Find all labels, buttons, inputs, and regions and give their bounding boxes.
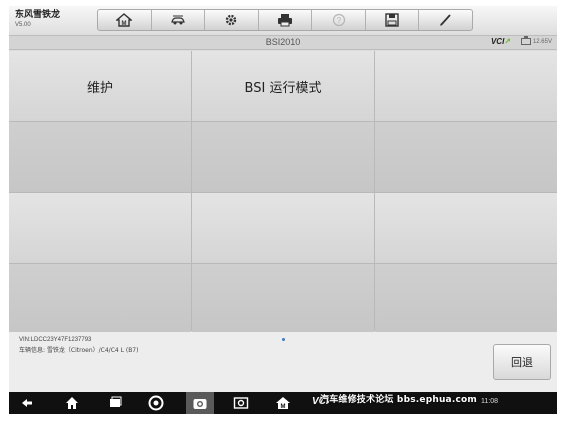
battery-icon [520,36,531,45]
annotate-button[interactable] [419,10,472,30]
nav-home-button[interactable] [64,395,80,411]
function-tile-empty [192,193,374,263]
svg-text:?: ? [336,16,341,25]
vci-status: VCI↗ [491,37,511,46]
chrome-app-button[interactable] [148,395,164,411]
gear-icon [226,14,237,26]
printer-icon [278,14,293,27]
function-tile-empty [375,193,557,263]
vehicle-swap-button[interactable] [152,10,206,30]
nav-back-button[interactable] [19,395,35,411]
function-grid: 维护 BSI 运行模式 [9,51,557,334]
function-tile-empty [192,264,374,334]
system-clock: 11:08 [481,398,498,405]
app-window: 东风雪铁龙 V5.00 M ? BSI2010 VCI↗ 12.65V 维护 B… [9,6,557,414]
vci-label: VCI [490,37,505,46]
home-button[interactable]: M [98,10,152,30]
camera-app-button[interactable] [192,395,208,411]
chrome-icon [148,395,164,411]
function-tile-empty [9,264,191,334]
maxisys-home-button[interactable]: M [275,395,291,411]
function-tile-empty [9,122,191,192]
back-button[interactable]: 回退 [493,344,551,380]
maxisys-home-icon: M [276,397,290,410]
app-title: 东风雪铁龙 [15,10,61,20]
app-version: V5.00 [15,22,31,28]
camera-icon [193,399,207,409]
status-bar: BSI2010 VCI↗ 12.65V [9,36,557,50]
help-icon: ? [332,13,345,27]
watermark: 汽车维修技术论坛 bbs.ephua.com [320,395,477,405]
svg-text:M: M [122,21,127,27]
vin-text: VIN:LDCC23Y47F1237793 [19,337,92,343]
page-indicator [282,338,285,341]
function-tile-maintenance[interactable]: 维护 [9,51,191,121]
battery-voltage: 12.65V [532,38,552,45]
car-swap-icon [171,15,185,25]
top-bar: 东风雪铁龙 V5.00 M ? [9,6,557,36]
save-button[interactable] [366,10,420,30]
save-icon [385,13,399,27]
home-icon: M [116,13,133,27]
home-icon [66,397,78,409]
svg-text:M: M [281,404,286,410]
brand: 东风雪铁龙 V5.00 [15,10,60,29]
vci-link-icon: ↗ [504,37,511,46]
back-arrow-icon [22,399,32,407]
help-button[interactable]: ? [312,10,366,30]
settings-icon [233,397,249,409]
pen-icon [439,14,451,26]
vehicle-info-text: 车辆信息: 雪铁龙（Citroen）/C4/C4 L (B7) [19,347,139,354]
settings-button[interactable] [205,10,259,30]
settings-app-button[interactable] [233,395,249,411]
function-tile-empty [9,193,191,263]
function-tile-empty [375,51,557,121]
recent-apps-icon [110,396,122,407]
vehicle-info-panel: VIN:LDCC23Y47F1237793 车辆信息: 雪铁龙（Citroen）… [9,332,557,392]
module-title: BSI2010 [265,37,301,47]
function-tile-empty [375,264,557,334]
function-tile-empty [375,122,557,192]
function-tile-empty [192,122,374,192]
function-tile-bsi-run-mode[interactable]: BSI 运行模式 [192,51,374,121]
battery-status: 12.65V [520,36,552,45]
print-button[interactable] [259,10,313,30]
toolbar: M ? [97,9,473,31]
nav-recent-apps-button[interactable] [107,395,123,411]
